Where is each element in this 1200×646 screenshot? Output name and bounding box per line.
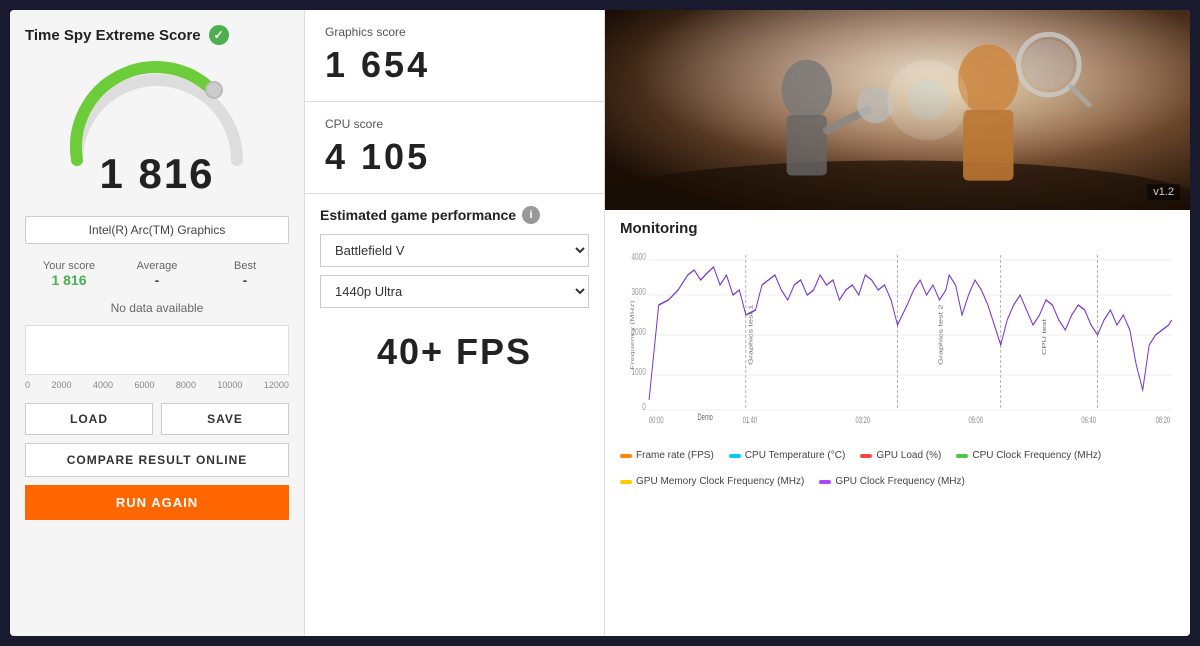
bar-chart-area [25,325,289,375]
svg-text:03:20: 03:20 [856,415,871,425]
right-panel: v1.2 Monitoring 4000 3000 2000 1000 0 Fr… [605,10,1190,636]
your-score-label: Your score [25,260,113,272]
monitor-chart: 4000 3000 2000 1000 0 Frequency (MHz) [620,245,1175,445]
legend-cpu-temp-label: CPU Temperature (°C) [745,450,846,461]
svg-text:08:20: 08:20 [1156,415,1171,425]
svg-text:Graphics test 2: Graphics test 2 [937,305,944,365]
game-artwork [605,10,1190,210]
graphics-score-value: 1 654 [325,44,584,86]
your-score-value: 1 816 [25,272,113,288]
load-button[interactable]: LOAD [25,403,153,435]
legend-gpu-mem-clock-dot [620,480,632,484]
cpu-score-box: CPU score 4 105 [305,102,604,194]
best-value: - [201,272,289,288]
cpu-score-label: CPU score [325,117,584,131]
svg-text:05:00: 05:00 [968,415,983,425]
legend-gpu-load-label: GPU Load (%) [876,450,941,461]
legend-gpu-clock: GPU Clock Frequency (MHz) [819,476,964,487]
monitor-chart-svg: 4000 3000 2000 1000 0 Frequency (MHz) [620,245,1175,425]
check-icon: ✓ [209,25,229,45]
svg-text:3000: 3000 [631,285,646,297]
svg-text:CPU test: CPU test [1041,318,1048,355]
best-label: Best [201,260,289,272]
legend-gpu-mem-clock-label: GPU Memory Clock Frequency (MHz) [636,476,804,487]
bar-x-axis: 0 2000 4000 6000 8000 10000 12000 [25,380,289,390]
left-panel: Time Spy Extreme Score ✓ 1 816 Intel(R) … [10,10,305,636]
graphics-score-box: Graphics score 1 654 [305,10,604,102]
legend-cpu-clock: CPU Clock Frequency (MHz) [956,450,1101,461]
game-perf-header: Estimated game performance i [320,206,589,224]
legend-cpu-clock-label: CPU Clock Frequency (MHz) [972,450,1101,461]
legend-frame-rate-dot [620,454,632,458]
no-data-text: No data available [25,301,289,315]
svg-text:01:40: 01:40 [743,415,758,425]
legend-frame-rate-label: Frame rate (FPS) [636,450,714,461]
game-performance-panel: Estimated game performance i Battlefield… [305,194,604,636]
svg-text:4000: 4000 [631,250,646,262]
cpu-score-value: 4 105 [325,136,584,178]
middle-panel: Graphics score 1 654 CPU score 4 105 Est… [305,10,605,636]
load-save-row: LOAD SAVE [25,403,289,435]
game-image: v1.2 [605,10,1190,210]
score-title-text: Time Spy Extreme Score [25,27,201,44]
legend-frame-rate: Frame rate (FPS) [620,450,714,461]
average-label: Average [113,260,201,272]
version-badge: v1.2 [1147,184,1180,200]
legend-gpu-mem-clock: GPU Memory Clock Frequency (MHz) [620,476,804,487]
svg-text:00:00: 00:00 [649,415,664,425]
game-perf-title: Estimated game performance [320,207,516,223]
legend-cpu-temp-dot [729,454,741,458]
svg-text:06:40: 06:40 [1081,415,1096,425]
resolution-dropdown[interactable]: 1440p Ultra 1080p Ultra 4K Ultra [320,275,589,308]
legend-row: Frame rate (FPS) CPU Temperature (°C) GP… [620,450,1175,487]
score-title-row: Time Spy Extreme Score ✓ [25,25,289,45]
info-icon[interactable]: i [522,206,540,224]
legend-cpu-clock-dot [956,454,968,458]
main-container: Time Spy Extreme Score ✓ 1 816 Intel(R) … [10,10,1190,636]
gpu-name: Intel(R) Arc(TM) Graphics [25,216,289,244]
legend-cpu-temp: CPU Temperature (°C) [729,450,846,461]
svg-text:Demo: Demo [697,412,712,423]
average-col: Average - [113,260,201,288]
game-dropdown[interactable]: Battlefield V Cyberpunk 2077 Shadow of t… [320,234,589,267]
legend-gpu-clock-dot [819,480,831,484]
score-comparison: Your score 1 816 Average - Best - [25,260,289,288]
monitoring-section: Monitoring 4000 3000 2000 1000 0 Frequen… [605,210,1190,636]
compare-button[interactable]: COMPARE RESULT ONLINE [25,443,289,477]
run-again-button[interactable]: RUN AGAIN [25,485,289,520]
gauge-container: 1 816 [25,60,289,198]
svg-text:Frequency (MHz): Frequency (MHz) [629,300,636,370]
your-score-col: Your score 1 816 [25,260,113,288]
best-col: Best - [201,260,289,288]
svg-text:0: 0 [642,400,646,412]
fps-display: 40+ FPS [320,331,589,373]
main-score: 1 816 [99,150,214,198]
monitoring-title: Monitoring [620,220,1175,237]
legend-gpu-load-dot [860,454,872,458]
save-button[interactable]: SAVE [161,403,289,435]
average-value: - [113,272,201,288]
legend-gpu-clock-label: GPU Clock Frequency (MHz) [835,476,964,487]
legend-gpu-load: GPU Load (%) [860,450,941,461]
graphics-score-label: Graphics score [325,25,584,39]
